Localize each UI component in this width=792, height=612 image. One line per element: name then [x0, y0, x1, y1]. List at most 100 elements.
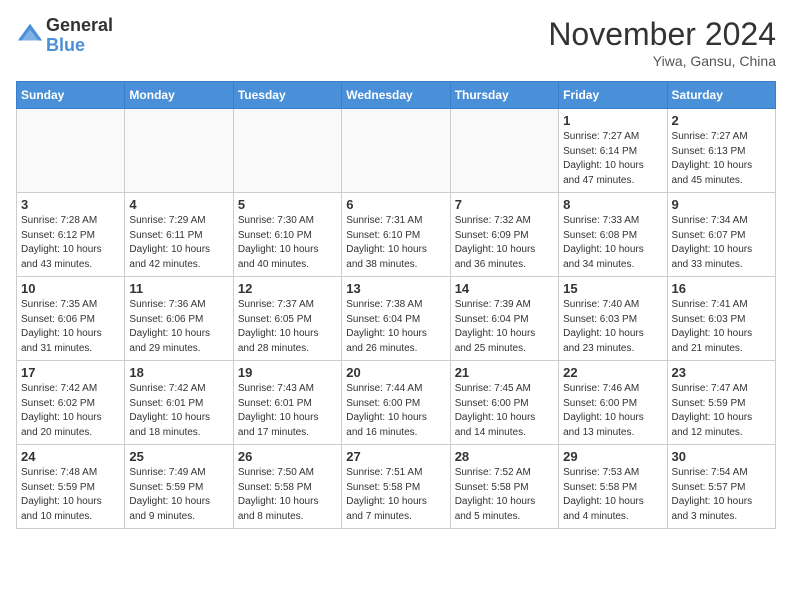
calendar-table: SundayMondayTuesdayWednesdayThursdayFrid…	[16, 81, 776, 529]
calendar-cell: 1 Sunrise: 7:27 AM Sunset: 6:14 PM Daylig…	[559, 109, 667, 193]
day-info: Sunrise: 7:53 AM Sunset: 5:58 PM Dayligh…	[563, 466, 662, 524]
day-number: 22	[563, 365, 662, 380]
day-info: Sunrise: 7:40 AM Sunset: 6:03 PM Dayligh…	[563, 298, 662, 356]
day-info: Sunrise: 7:38 AM Sunset: 6:04 PM Dayligh…	[346, 298, 445, 356]
day-number: 10	[21, 281, 120, 296]
day-info: Sunrise: 7:41 AM Sunset: 6:03 PM Dayligh…	[672, 298, 771, 356]
day-info: Sunrise: 7:48 AM Sunset: 5:59 PM Dayligh…	[21, 466, 120, 524]
week-row-2: 10 Sunrise: 7:35 AM Sunset: 6:06 PM Dayli…	[17, 277, 776, 361]
day-info: Sunrise: 7:47 AM Sunset: 5:59 PM Dayligh…	[672, 382, 771, 440]
calendar-cell: 30Sunrise: 7:54 AM Sunset: 5:57 PM Dayli…	[667, 445, 775, 529]
calendar-cell: 23 Sunrise: 7:47 AM Sunset: 5:59 PM Dayli…	[667, 361, 775, 445]
day-info: Sunrise: 7:30 AM Sunset: 6:10 PM Dayligh…	[238, 214, 337, 272]
day-number: 4	[129, 197, 228, 212]
week-row-0: 1 Sunrise: 7:27 AM Sunset: 6:14 PM Daylig…	[17, 109, 776, 193]
calendar-cell: 27 Sunrise: 7:51 AM Sunset: 5:58 PM Dayli…	[342, 445, 450, 529]
calendar-header-monday: Monday	[125, 82, 233, 109]
calendar-cell: 11 Sunrise: 7:36 AM Sunset: 6:06 PM Dayli…	[125, 277, 233, 361]
day-number: 8	[563, 197, 662, 212]
day-number: 5	[238, 197, 337, 212]
day-info: Sunrise: 7:28 AM Sunset: 6:12 PM Dayligh…	[21, 214, 120, 272]
logo-icon	[16, 20, 44, 48]
calendar-cell	[17, 109, 125, 193]
logo-text: General Blue	[46, 16, 113, 56]
day-info: Sunrise: 7:27 AM Sunset: 6:13 PM Dayligh…	[672, 130, 771, 188]
day-number: 7	[455, 197, 554, 212]
day-number: 23	[672, 365, 771, 380]
location: Yiwa, Gansu, China	[548, 53, 776, 69]
day-info: Sunrise: 7:52 AM Sunset: 5:58 PM Dayligh…	[455, 466, 554, 524]
day-number: 18	[129, 365, 228, 380]
day-info: Sunrise: 7:29 AM Sunset: 6:11 PM Dayligh…	[129, 214, 228, 272]
day-number: 1	[563, 113, 662, 128]
day-number: 19	[238, 365, 337, 380]
calendar-cell: 15 Sunrise: 7:40 AM Sunset: 6:03 PM Dayli…	[559, 277, 667, 361]
calendar-header-row: SundayMondayTuesdayWednesdayThursdayFrid…	[17, 82, 776, 109]
day-number: 24	[21, 449, 120, 464]
day-info: Sunrise: 7:27 AM Sunset: 6:14 PM Dayligh…	[563, 130, 662, 188]
day-info: Sunrise: 7:34 AM Sunset: 6:07 PM Dayligh…	[672, 214, 771, 272]
calendar-cell: 28 Sunrise: 7:52 AM Sunset: 5:58 PM Dayli…	[450, 445, 558, 529]
day-info: Sunrise: 7:42 AM Sunset: 6:01 PM Dayligh…	[129, 382, 228, 440]
day-info: Sunrise: 7:51 AM Sunset: 5:58 PM Dayligh…	[346, 466, 445, 524]
day-info: Sunrise: 7:42 AM Sunset: 6:02 PM Dayligh…	[21, 382, 120, 440]
calendar-cell: 12Sunrise: 7:37 AM Sunset: 6:05 PM Dayli…	[233, 277, 341, 361]
calendar-cell: 24 Sunrise: 7:48 AM Sunset: 5:59 PM Dayli…	[17, 445, 125, 529]
day-number: 28	[455, 449, 554, 464]
day-number: 13	[346, 281, 445, 296]
day-number: 16	[672, 281, 771, 296]
calendar-cell: 13 Sunrise: 7:38 AM Sunset: 6:04 PM Dayli…	[342, 277, 450, 361]
day-info: Sunrise: 7:35 AM Sunset: 6:06 PM Dayligh…	[21, 298, 120, 356]
calendar-cell: 14 Sunrise: 7:39 AM Sunset: 6:04 PM Dayli…	[450, 277, 558, 361]
calendar-cell: 20 Sunrise: 7:44 AM Sunset: 6:00 PM Dayli…	[342, 361, 450, 445]
day-number: 27	[346, 449, 445, 464]
calendar-cell: 22Sunrise: 7:46 AM Sunset: 6:00 PM Dayli…	[559, 361, 667, 445]
logo-general: General	[46, 16, 113, 36]
day-number: 21	[455, 365, 554, 380]
day-info: Sunrise: 7:32 AM Sunset: 6:09 PM Dayligh…	[455, 214, 554, 272]
calendar-cell: 25 Sunrise: 7:49 AM Sunset: 5:59 PM Dayli…	[125, 445, 233, 529]
calendar-cell: 4 Sunrise: 7:29 AM Sunset: 6:11 PM Daylig…	[125, 193, 233, 277]
calendar-cell: 3Sunrise: 7:28 AM Sunset: 6:12 PM Daylig…	[17, 193, 125, 277]
calendar-cell: 8Sunrise: 7:33 AM Sunset: 6:08 PM Daylig…	[559, 193, 667, 277]
calendar-cell: 26Sunrise: 7:50 AM Sunset: 5:58 PM Dayli…	[233, 445, 341, 529]
calendar-header-friday: Friday	[559, 82, 667, 109]
day-number: 11	[129, 281, 228, 296]
week-row-4: 24 Sunrise: 7:48 AM Sunset: 5:59 PM Dayli…	[17, 445, 776, 529]
day-number: 25	[129, 449, 228, 464]
month-title: November 2024	[548, 16, 776, 53]
calendar-cell	[342, 109, 450, 193]
day-number: 20	[346, 365, 445, 380]
day-number: 17	[21, 365, 120, 380]
day-number: 29	[563, 449, 662, 464]
calendar-cell: 18 Sunrise: 7:42 AM Sunset: 6:01 PM Dayli…	[125, 361, 233, 445]
day-info: Sunrise: 7:43 AM Sunset: 6:01 PM Dayligh…	[238, 382, 337, 440]
calendar-cell: 9Sunrise: 7:34 AM Sunset: 6:07 PM Daylig…	[667, 193, 775, 277]
day-info: Sunrise: 7:36 AM Sunset: 6:06 PM Dayligh…	[129, 298, 228, 356]
day-number: 26	[238, 449, 337, 464]
calendar-header-thursday: Thursday	[450, 82, 558, 109]
calendar-cell: 6Sunrise: 7:31 AM Sunset: 6:10 PM Daylig…	[342, 193, 450, 277]
logo: General Blue	[16, 16, 113, 56]
calendar-header-sunday: Sunday	[17, 82, 125, 109]
calendar-cell: 21 Sunrise: 7:45 AM Sunset: 6:00 PM Dayli…	[450, 361, 558, 445]
calendar-cell: 2 Sunrise: 7:27 AM Sunset: 6:13 PM Daylig…	[667, 109, 775, 193]
day-number: 15	[563, 281, 662, 296]
calendar-cell: 19 Sunrise: 7:43 AM Sunset: 6:01 PM Dayli…	[233, 361, 341, 445]
day-number: 14	[455, 281, 554, 296]
calendar-cell: 16 Sunrise: 7:41 AM Sunset: 6:03 PM Dayli…	[667, 277, 775, 361]
calendar-cell	[125, 109, 233, 193]
calendar-cell: 17 Sunrise: 7:42 AM Sunset: 6:02 PM Dayli…	[17, 361, 125, 445]
logo-blue: Blue	[46, 36, 113, 56]
calendar-header-wednesday: Wednesday	[342, 82, 450, 109]
calendar-header-tuesday: Tuesday	[233, 82, 341, 109]
day-info: Sunrise: 7:44 AM Sunset: 6:00 PM Dayligh…	[346, 382, 445, 440]
day-number: 2	[672, 113, 771, 128]
day-number: 6	[346, 197, 445, 212]
page-header: General Blue November 2024 Yiwa, Gansu, …	[16, 16, 776, 69]
day-info: Sunrise: 7:37 AM Sunset: 6:05 PM Dayligh…	[238, 298, 337, 356]
day-info: Sunrise: 7:49 AM Sunset: 5:59 PM Dayligh…	[129, 466, 228, 524]
day-info: Sunrise: 7:39 AM Sunset: 6:04 PM Dayligh…	[455, 298, 554, 356]
day-number: 30	[672, 449, 771, 464]
day-info: Sunrise: 7:45 AM Sunset: 6:00 PM Dayligh…	[455, 382, 554, 440]
